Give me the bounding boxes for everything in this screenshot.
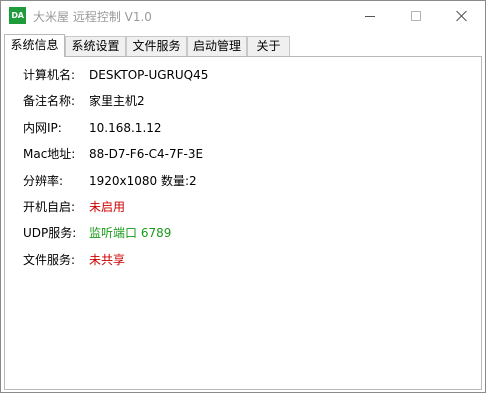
- mac-label: Mac地址:: [23, 147, 76, 161]
- app-window: DA 大米屋 远程控制 V1.0 系统信息 系统设置 文件服务 启动管理 关于 …: [0, 0, 486, 393]
- maximize-button[interactable]: [393, 1, 439, 31]
- resolution-label: 分辨率:: [23, 174, 64, 188]
- maximize-icon: [411, 11, 421, 21]
- tab-system-settings[interactable]: 系统设置: [65, 36, 126, 57]
- close-icon: [456, 10, 468, 22]
- remark-value: 家里主机2: [89, 94, 145, 108]
- tab-file-service[interactable]: 文件服务: [126, 36, 187, 57]
- computer-name-value: DESKTOP-UGRUQ45: [89, 68, 209, 82]
- remark-label: 备注名称:: [23, 94, 76, 108]
- udp-label: UDP服务:: [23, 226, 77, 240]
- tab-about[interactable]: 关于: [247, 36, 290, 57]
- lan-ip-label: 内网IP:: [23, 121, 62, 135]
- system-info-panel: 计算机名: DESKTOP-UGRUQ45 备注名称: 家里主机2 内网IP: …: [4, 56, 482, 390]
- autostart-status: 未启用: [89, 200, 126, 214]
- computer-name-label: 计算机名:: [23, 68, 76, 82]
- window-title: 大米屋 远程控制 V1.0: [33, 10, 152, 24]
- title-bar[interactable]: DA 大米屋 远程控制 V1.0: [1, 1, 485, 31]
- autostart-label: 开机自启:: [23, 200, 76, 214]
- tab-strip: 系统信息 系统设置 文件服务 启动管理 关于: [4, 34, 482, 57]
- file-service-status: 未共享: [89, 253, 126, 267]
- file-service-label: 文件服务:: [23, 253, 76, 267]
- close-button[interactable]: [439, 1, 485, 31]
- mac-value: 88-D7-F6-C4-7F-3E: [89, 147, 204, 161]
- lan-ip-value: 10.168.1.12: [89, 121, 162, 135]
- minimize-icon: [365, 15, 375, 17]
- tab-startup-management[interactable]: 启动管理: [187, 36, 247, 57]
- resolution-value: 1920x1080 数量:2: [89, 174, 197, 188]
- app-logo-icon: DA: [9, 7, 26, 24]
- minimize-button[interactable]: [347, 1, 393, 31]
- tab-system-info[interactable]: 系统信息: [4, 34, 65, 57]
- udp-status: 监听端口 6789: [89, 226, 172, 240]
